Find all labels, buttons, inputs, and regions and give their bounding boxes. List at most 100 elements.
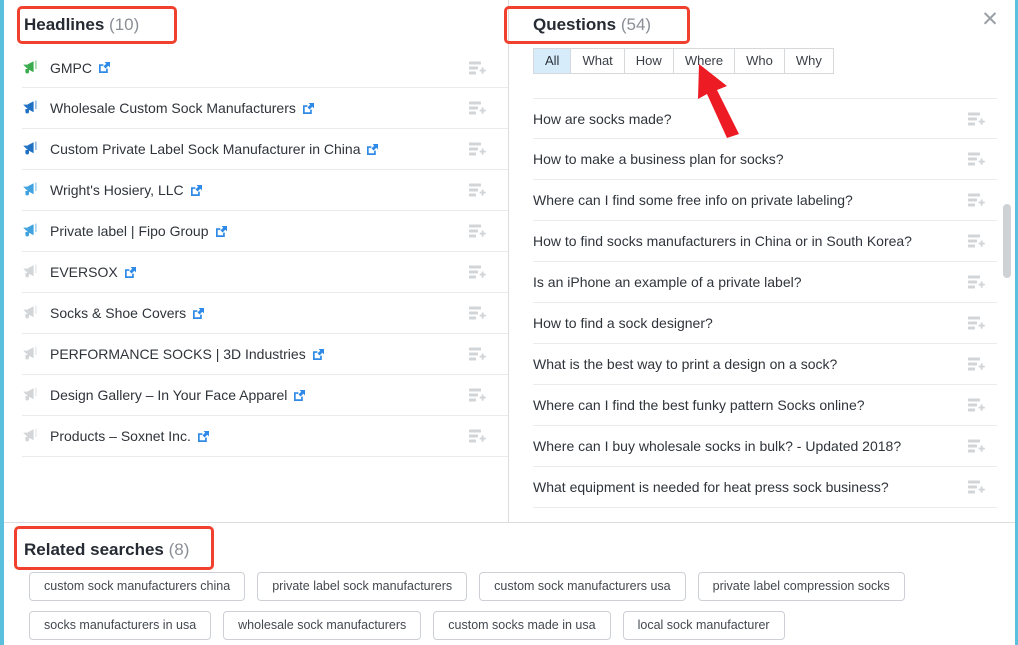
megaphone-icon <box>22 100 40 116</box>
questions-scrollbar-thumb[interactable] <box>1003 204 1011 278</box>
add-to-list-icon[interactable] <box>469 224 486 238</box>
external-link-icon[interactable] <box>190 184 203 197</box>
headlines-list: GMPC Wholesale Custom Sock Manufacturers C… <box>22 47 508 457</box>
question-text: Where can I find the best funky pattern … <box>533 397 865 413</box>
tab-how[interactable]: How <box>624 48 674 74</box>
related-search-chip[interactable]: private label sock manufacturers <box>257 572 468 601</box>
add-to-list-icon[interactable] <box>968 398 985 412</box>
add-to-list-icon[interactable] <box>469 101 486 115</box>
question-row[interactable]: How to make a business plan for socks? <box>533 139 997 180</box>
headline-text: Design Gallery – In Your Face Apparel <box>50 387 288 403</box>
question-row[interactable]: What equipment is needed for heat press … <box>533 467 997 508</box>
question-row[interactable]: Where can I find the best funky pattern … <box>533 385 997 426</box>
serp-features-panel: Headlines (10) GMPC Wholesale Custom Sock… <box>0 0 1018 645</box>
question-text: Is an iPhone an example of a private lab… <box>533 274 802 290</box>
questions-title-text: Questions <box>533 15 617 34</box>
question-text: Where can I find some free info on priva… <box>533 192 853 208</box>
related-searches-count: (8) <box>168 540 190 559</box>
headline-row[interactable]: Custom Private Label Sock Manufacturer i… <box>22 129 508 170</box>
external-link-icon[interactable] <box>215 225 228 238</box>
tab-all[interactable]: All <box>533 48 572 74</box>
add-to-list-icon[interactable] <box>968 480 985 494</box>
question-row[interactable]: How to find socks manufacturers in China… <box>533 221 997 262</box>
headline-text: GMPC <box>50 59 92 76</box>
tab-who[interactable]: Who <box>735 48 785 74</box>
tab-where[interactable]: Where <box>673 48 736 74</box>
external-link-icon[interactable] <box>366 143 379 156</box>
headlines-panel: Headlines (10) GMPC Wholesale Custom Sock… <box>4 0 509 522</box>
add-to-list-icon[interactable] <box>968 112 985 126</box>
question-row[interactable]: Is an iPhone an example of a private lab… <box>533 262 997 303</box>
external-link-icon[interactable] <box>302 102 315 115</box>
add-to-list-icon[interactable] <box>469 142 486 156</box>
add-to-list-icon[interactable] <box>469 388 486 402</box>
related-searches-chips: custom sock manufacturers china private l… <box>29 572 1001 640</box>
headline-label: GMPC <box>50 60 111 76</box>
related-searches-title: Related searches (8) <box>24 540 189 560</box>
headline-row[interactable]: PERFORMANCE SOCKS | 3D Industries <box>22 334 508 375</box>
add-to-list-icon[interactable] <box>968 316 985 330</box>
external-link-icon[interactable] <box>197 430 210 443</box>
question-row[interactable]: How are socks made? <box>533 98 997 139</box>
tab-what[interactable]: What <box>571 48 625 74</box>
headline-row[interactable]: GMPC <box>22 47 508 88</box>
headline-row[interactable]: Socks & Shoe Covers <box>22 293 508 334</box>
related-search-chip[interactable]: wholesale sock manufacturers <box>223 611 422 640</box>
add-to-list-icon[interactable] <box>469 429 486 443</box>
tab-why[interactable]: Why <box>784 48 834 74</box>
headline-label: Socks & Shoe Covers <box>50 305 205 321</box>
add-to-list-icon[interactable] <box>968 357 985 371</box>
headline-label: Products – Soxnet Inc. <box>50 428 210 444</box>
add-to-list-icon[interactable] <box>469 347 486 361</box>
add-to-list-icon[interactable] <box>469 306 486 320</box>
question-row[interactable]: Where can I buy wholesale socks in bulk?… <box>533 426 997 467</box>
headline-row[interactable]: Private label | Fipo Group <box>22 211 508 252</box>
external-link-icon[interactable] <box>124 266 137 279</box>
megaphone-icon <box>22 182 40 198</box>
add-to-list-icon[interactable] <box>968 152 985 166</box>
external-link-icon[interactable] <box>293 389 306 402</box>
external-link-icon[interactable] <box>192 307 205 320</box>
headline-label: EVERSOX <box>50 264 137 280</box>
headline-text: Wholesale Custom Sock Manufacturers <box>50 100 296 116</box>
add-to-list-icon[interactable] <box>968 439 985 453</box>
question-row[interactable]: How to find a sock designer? <box>533 303 997 344</box>
headline-label: Design Gallery – In Your Face Apparel <box>50 387 306 403</box>
headline-label: Custom Private Label Sock Manufacturer i… <box>50 141 379 157</box>
question-text: What equipment is needed for heat press … <box>533 479 889 495</box>
headline-row[interactable]: EVERSOX <box>22 252 508 293</box>
question-text: How are socks made? <box>533 110 672 127</box>
headline-text: Socks & Shoe Covers <box>50 305 187 321</box>
related-search-chip[interactable]: custom socks made in usa <box>433 611 611 640</box>
headline-row[interactable]: Design Gallery – In Your Face Apparel <box>22 375 508 416</box>
questions-scrollbar[interactable] <box>1003 100 1011 512</box>
add-to-list-icon[interactable] <box>469 183 486 197</box>
related-searches-title-text: Related searches <box>24 540 164 559</box>
external-link-icon[interactable] <box>312 348 325 361</box>
question-row[interactable]: Where can I find some free info on priva… <box>533 180 997 221</box>
headline-label: PERFORMANCE SOCKS | 3D Industries <box>50 346 325 362</box>
related-search-chip[interactable]: private label compression socks <box>697 572 905 601</box>
question-text: What is the best way to print a design o… <box>533 356 838 372</box>
headlines-count: (10) <box>109 15 140 34</box>
close-icon[interactable]: ✕ <box>977 6 1003 32</box>
questions-list: How are socks made? How to make a busines… <box>533 98 997 508</box>
add-to-list-icon[interactable] <box>968 234 985 248</box>
add-to-list-icon[interactable] <box>469 265 486 279</box>
add-to-list-icon[interactable] <box>968 275 985 289</box>
related-search-chip[interactable]: socks manufacturers in usa <box>29 611 212 640</box>
headline-label: Wholesale Custom Sock Manufacturers <box>50 100 315 116</box>
headline-text: Products – Soxnet Inc. <box>50 428 191 444</box>
headline-row[interactable]: Wright's Hosiery, LLC <box>22 170 508 211</box>
headline-text: PERFORMANCE SOCKS | 3D Industries <box>50 346 306 362</box>
add-to-list-icon[interactable] <box>968 193 985 207</box>
related-search-chip[interactable]: local sock manufacturer <box>622 611 785 640</box>
headline-row[interactable]: Wholesale Custom Sock Manufacturers <box>22 88 508 129</box>
related-search-chip[interactable]: custom sock manufacturers china <box>29 572 246 601</box>
add-to-list-icon[interactable] <box>469 61 486 75</box>
question-text: How to find socks manufacturers in China… <box>533 233 912 249</box>
external-link-icon[interactable] <box>98 61 111 74</box>
headline-row[interactable]: Products – Soxnet Inc. <box>22 416 508 457</box>
related-search-chip[interactable]: custom sock manufacturers usa <box>479 572 686 601</box>
question-row[interactable]: What is the best way to print a design o… <box>533 344 997 385</box>
